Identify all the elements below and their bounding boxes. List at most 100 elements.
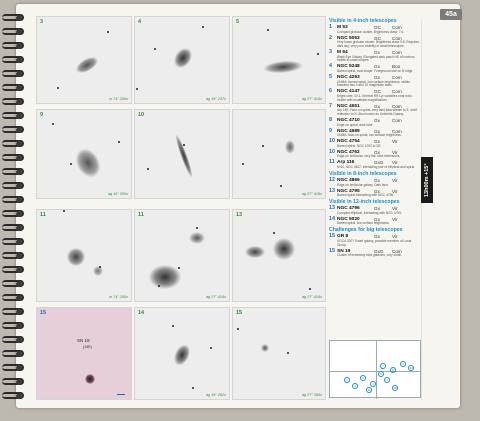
galaxy-image xyxy=(73,53,101,77)
star xyxy=(202,26,204,28)
object-description: Very loose globular cluster. Brightness … xyxy=(337,40,420,48)
photo-panel[interactable]: 11 ag 27" 416x xyxy=(134,209,230,302)
object-entry[interactable]: 5 NGC 4293 Gx Com UNMA: barred spiral, low s… xyxy=(329,74,421,88)
object-entry[interactable]: 1M 53 GC Com Compact globular cluster. Brig… xyxy=(329,24,421,34)
chart-marker: 5 xyxy=(378,371,384,377)
panel-number: 11 xyxy=(138,212,144,218)
binding-hole xyxy=(16,71,22,77)
chart-marker: 3 xyxy=(360,375,366,381)
binding-hole xyxy=(16,127,22,133)
star xyxy=(63,210,65,212)
object-description: Barred spiral. NGC 4762 to SE. xyxy=(337,143,382,148)
chart-marker: 9 xyxy=(400,361,406,367)
object-entry[interactable]: 6 NGC 4147 GC Com Bright core, 10.1. Several… xyxy=(329,89,421,102)
object-description: Compact elliptical, interacting with NGC… xyxy=(337,210,402,215)
photo-panel[interactable]: 15 ag 27" 396x xyxy=(232,307,326,400)
chart-marker: 12 xyxy=(392,385,398,391)
object-entry[interactable]: 14 NGC 5020 Gx Vir Barred spiral, low surfac… xyxy=(329,216,421,226)
section-heading: Challenges for big telescopes xyxy=(329,227,403,234)
star xyxy=(196,227,198,229)
photo-panel[interactable]: 3 m 74" 200x xyxy=(36,16,132,104)
chart-marker: 11 xyxy=(366,387,372,393)
photo-panel[interactable]: 13 ag 27" 416x xyxy=(232,209,326,302)
binding-hole xyxy=(16,379,22,385)
star xyxy=(210,347,212,349)
galaxy-image xyxy=(149,265,181,289)
panel-scale: ag 27" 416x xyxy=(205,295,226,299)
overview-finder-chart[interactable]: 1 2 3 4 5 6 7 8 9 10 11 12 xyxy=(329,340,422,399)
chart-marker: 6 xyxy=(384,377,390,383)
star xyxy=(147,168,149,170)
object-entry[interactable]: 13 NGC 4796 Gx Vir Compact elliptical, inter… xyxy=(329,205,421,215)
binding-hole xyxy=(16,393,22,399)
object-entry[interactable]: 2 NGC 5053 GC Com Very loose globular cluste… xyxy=(329,35,421,49)
star xyxy=(154,48,156,50)
panel-scale: ag 27" 396x xyxy=(301,393,322,397)
star xyxy=(99,266,101,268)
photo-panel[interactable]: 11 m 74" 200x xyxy=(36,209,132,302)
panel-scale: ag 16" 282x xyxy=(205,393,226,397)
galaxy-image xyxy=(170,44,196,72)
photo-panel[interactable]: 10 xyxy=(134,109,230,199)
object-entry[interactable]: 11 Arp 116 GxG Vir M 60, NGC 4647: interacti… xyxy=(329,160,421,169)
photo-panel[interactable]: 4 ag 16" 237x xyxy=(134,16,230,104)
star xyxy=(178,267,180,269)
star xyxy=(183,144,185,146)
panel-scale: ag 16" 200x xyxy=(107,192,128,196)
panel-number: 11 xyxy=(40,212,46,218)
object-entry[interactable]: 12 NGC 4866 Gx Vir Edge-on lenticular galaxy… xyxy=(329,177,421,187)
panel-number: 14 xyxy=(138,310,145,316)
object-entry[interactable]: 3M 64 Gx Com Black Eye Galaxy. Elongated da… xyxy=(329,49,421,63)
star xyxy=(309,288,311,290)
galaxy-image xyxy=(273,238,295,260)
object-entry[interactable]: 7 NGC 4651 Gx Com Arp 189. Face-on spiral, v… xyxy=(329,103,421,117)
binding-hole xyxy=(16,351,22,357)
star xyxy=(52,123,54,125)
object-entry[interactable]: 4 NGC 5248 Gx Boo Barred spiral, oval shape.… xyxy=(329,64,421,73)
star xyxy=(107,31,109,33)
object-entry[interactable]: 10 NGC 4754 Gx Vir Barred spiral. NGC 4762 t… xyxy=(329,139,421,148)
object-entry[interactable]: 10 NGC 4762 Gx Vir Edge-on lenticular, very … xyxy=(329,149,421,159)
panel-number: 13 xyxy=(236,212,243,218)
binding-hole xyxy=(16,337,22,343)
panel-number: 15 xyxy=(236,310,243,316)
panel-number: 15 xyxy=(40,310,47,316)
panel-number: 5 xyxy=(236,19,240,25)
object-entry[interactable]: 15 GR 8 Gx Vir UGCA 320? Dwarf galaxy, possi… xyxy=(329,234,421,247)
ra-dec-tab[interactable]: 13h00m +15° xyxy=(421,157,433,203)
object-entry[interactable]: 15 SN 19 GxG Com Cluster of extremely faint … xyxy=(329,248,421,258)
chart-marker: 2 xyxy=(352,383,358,389)
star xyxy=(287,352,289,354)
object-description: UNMA: face-on spiral, low surface bright… xyxy=(337,133,402,138)
object-list: Visible in 4-inch telescopes 1 M 53 GC Com Co… xyxy=(329,17,421,259)
binding-hole xyxy=(16,85,22,91)
binding-hole xyxy=(16,365,22,371)
object-description: Compact globular cluster. Brightness cla… xyxy=(337,29,405,34)
object-entry[interactable]: 9 NGC 4689 Gx Com UNMA: face-on spiral, low … xyxy=(329,128,421,138)
star xyxy=(172,325,174,327)
star xyxy=(136,88,138,90)
binding-hole xyxy=(16,43,22,49)
target-sublabel: (14E) xyxy=(83,345,92,349)
photo-panel[interactable]: ag 27" 416x xyxy=(232,109,326,199)
object-entry[interactable]: 13 NGC 4795 Gx Vir Barred spiral interacting… xyxy=(329,188,421,198)
finder-chart-panel[interactable]: 15 SN 19 (14E) xyxy=(36,307,132,400)
panel-number: 4 xyxy=(138,19,142,25)
object-entry[interactable]: 8 NGC 4710 Gx Com Edge-on spiral, dark lane. xyxy=(329,117,421,127)
section-heading: Visible in 4-inch telescopes xyxy=(329,18,397,24)
object-description: Cluster of extremely faint galaxies, ver… xyxy=(337,253,402,258)
photo-panel[interactable]: 5 ag 27" 416x xyxy=(232,16,326,104)
binding-hole xyxy=(16,141,22,147)
object-description: Edge-on spiral, dark lane. xyxy=(337,122,374,127)
galaxy-image xyxy=(70,144,106,182)
star xyxy=(267,29,269,31)
photo-panel[interactable]: 14 ag 16" 282x xyxy=(134,307,230,400)
panel-scale: ag 27" 416x xyxy=(301,192,322,196)
photo-panel[interactable]: 9 ag 16" 200x xyxy=(36,109,132,199)
binding-hole xyxy=(16,99,22,105)
binding-hole xyxy=(16,29,22,35)
binding-hole xyxy=(16,239,22,245)
star xyxy=(158,285,160,287)
chart-marker: 1 xyxy=(344,377,350,383)
panel-scale: m 74" 200x xyxy=(108,97,128,101)
